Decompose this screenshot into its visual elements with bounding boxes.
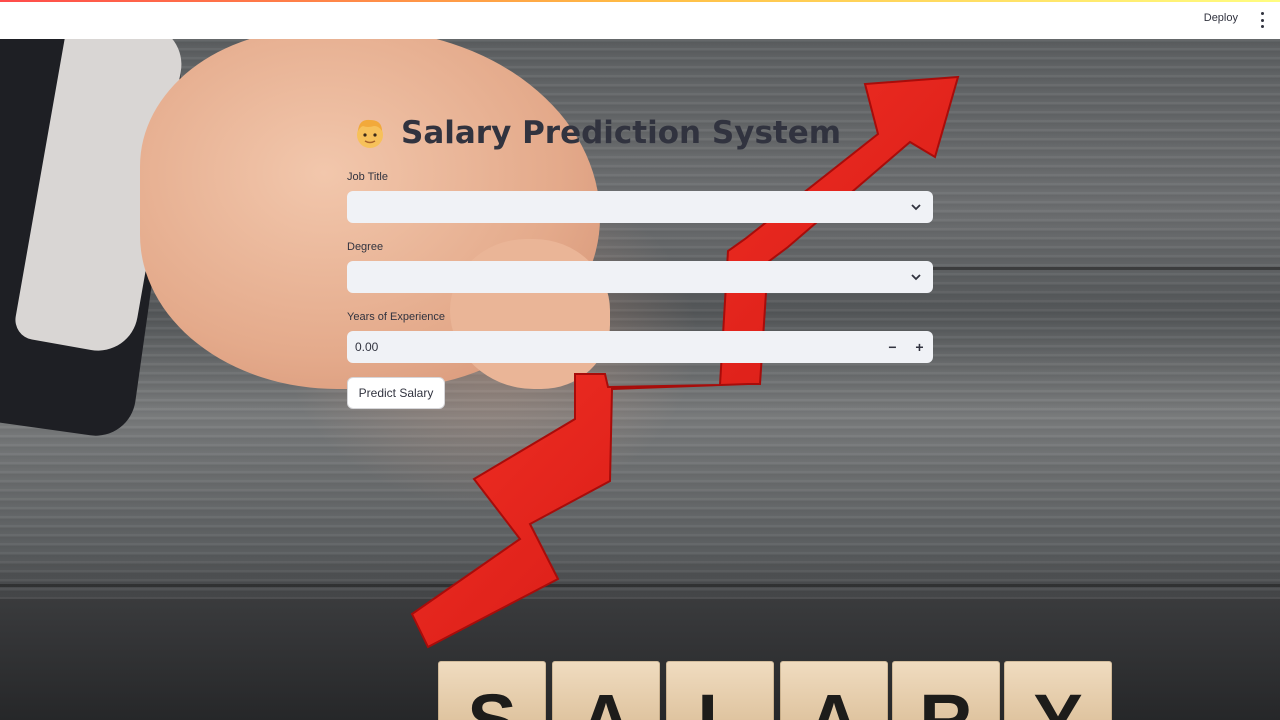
toolbar-accent-stripe xyxy=(0,0,1280,2)
degree-label: Degree xyxy=(347,241,384,253)
predict-salary-button[interactable]: Predict Salary xyxy=(347,377,445,409)
job-title-select[interactable] xyxy=(347,191,933,223)
title-text: Salary Prediction System xyxy=(401,115,842,151)
decrement-button[interactable]: − xyxy=(879,331,906,363)
increment-button[interactable]: + xyxy=(906,331,933,363)
letter-block: A xyxy=(552,661,660,720)
chevron-down-icon xyxy=(911,204,921,211)
letter-block: S xyxy=(438,661,546,720)
letter-block: Y xyxy=(1004,661,1112,720)
degree-select[interactable] xyxy=(347,261,933,293)
letter-block: L xyxy=(666,661,774,720)
experience-label: Years of Experience xyxy=(347,311,446,323)
chevron-down-icon xyxy=(911,274,921,281)
experience-value[interactable]: 0.00 xyxy=(355,340,378,354)
deploy-button[interactable]: Deploy xyxy=(1204,12,1238,24)
letter-block: A xyxy=(780,661,888,720)
letter-block: R xyxy=(892,661,1000,720)
page-title: Salary Prediction System xyxy=(353,113,841,153)
person-emoji-icon xyxy=(353,116,387,150)
app-toolbar: Deploy xyxy=(0,0,1280,39)
job-title-label: Job Title xyxy=(347,171,388,183)
salary-letter-blocks: S A L A R Y xyxy=(438,661,1122,720)
main-menu-icon[interactable] xyxy=(1256,12,1268,28)
experience-number-input[interactable]: 0.00 − + xyxy=(347,331,933,363)
